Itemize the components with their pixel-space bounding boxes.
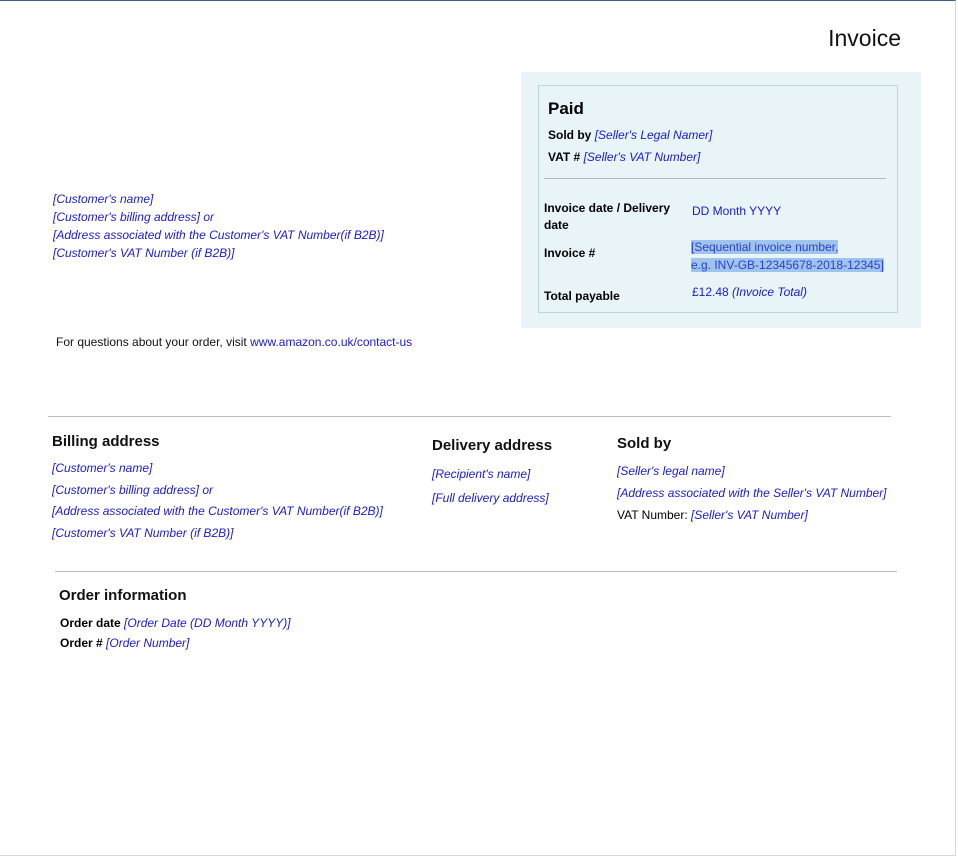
order-date: Order date [Order Date (DD Month YYYY)] [60,616,291,630]
section-divider [55,571,897,572]
order-information-heading: Order information [59,587,187,604]
billing-line: [Customer's billing address] or [52,482,214,497]
sold-by-vat-value: [Seller's VAT Number] [691,508,808,522]
billing-address-lines: [Customer's name] [Customer's billing ad… [52,458,383,545]
order-number-value: [Order Number] [106,636,190,650]
document-title: Invoice [828,25,901,51]
order-number: Order # [Order Number] [60,636,189,650]
questions-note: For questions about your order, visit ww… [56,335,412,349]
customer-line: [Customer's billing address] or [53,210,215,224]
invoice-number-value[interactable]: [Sequential invoice number, e.g. INV-GB-… [691,238,884,274]
summary-sold-by: Sold by [Seller's Legal Namer] [548,128,712,142]
summary-vat-value: [Seller's VAT Number] [583,150,701,164]
total-payable-label: Total payable [544,289,620,303]
customer-address-block: [Customer's name] [Customer's billing ad… [53,190,384,262]
summary-vat: VAT # [Seller's VAT Number] [548,150,700,164]
delivery-address-heading: Delivery address [432,437,553,454]
delivery-line: [Recipient's name] [432,467,531,481]
invoice-number-line2: e.g. INV-GB-12345678-2018-12345] [691,258,884,272]
customer-line: [Address associated with the Customer's … [53,228,384,242]
sold-by-line: [Seller's legal name] [617,464,725,478]
summary-sold-by-value: [Seller's Legal Namer] [594,128,713,142]
sold-by-vat: VAT Number: [Seller's VAT Number] [617,504,887,526]
billing-line: [Address associated with the Customer's … [52,504,383,519]
summary-vat-label: VAT # [548,150,581,164]
customer-line: [Customer's VAT Number (if B2B)] [53,246,235,260]
summary-sold-by-label: Sold by [548,128,592,142]
billing-line: [Customer's VAT Number (if B2B)] [52,526,234,541]
payment-status: Paid [548,99,584,118]
questions-text: For questions about your order, visit [56,335,251,349]
invoice-number-line1: [Sequential invoice number, [691,240,839,254]
sold-by-line: [Address associated with the Seller's VA… [617,486,887,500]
invoice-page: Invoice Paid Sold by [Seller's Legal Nam… [0,0,956,856]
invoice-date-value: DD Month YYYY [692,204,782,218]
invoice-number-label: Invoice # [544,246,596,260]
customer-line: [Customer's name] [53,192,154,206]
contact-us-link[interactable]: www.amazon.co.uk/contact-us [250,335,412,349]
summary-divider [544,178,886,179]
order-date-label: Order date [60,616,121,630]
order-date-value: [Order Date (DD Month YYYY)] [124,616,291,630]
delivery-line: [Full delivery address] [432,491,549,505]
paid-summary-frame [538,85,898,313]
billing-address-heading: Billing address [52,433,160,450]
sold-by-heading: Sold by [617,435,672,452]
total-note: (Invoice Total) [732,285,807,299]
total-payable-value: £12.48 (Invoice Total) [692,285,807,299]
order-number-label: Order # [60,636,103,650]
sold-by-lines: [Seller's legal name] [Address associate… [617,460,887,526]
section-divider [48,416,891,417]
invoice-date-label: Invoice date / Delivery date [544,201,671,232]
total-amount: £12.48 [692,285,729,299]
billing-line: [Customer's name] [52,461,153,475]
sold-by-vat-label: VAT Number: [617,508,688,522]
delivery-address-lines: [Recipient's name] [Full delivery addres… [432,462,549,510]
